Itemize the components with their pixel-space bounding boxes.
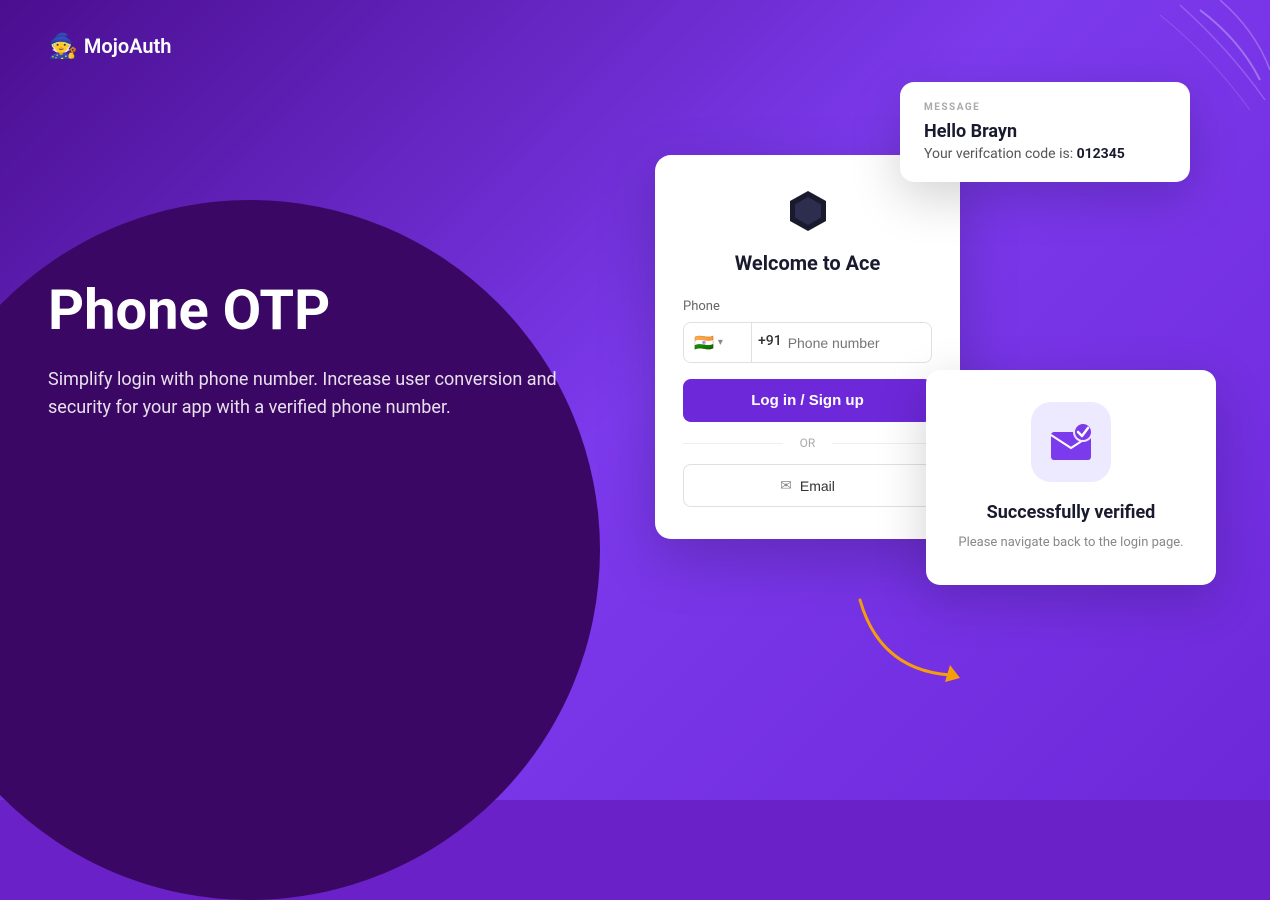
message-label: MESSAGE (924, 102, 1166, 113)
phone-label: Phone (683, 299, 932, 314)
hero-content: Phone OTP Simplify login with phone numb… (48, 280, 608, 423)
message-notification-card: MESSAGE Hello Brayn Your verifcation cod… (900, 82, 1190, 182)
phone-number-input[interactable] (788, 323, 932, 362)
verification-code: 012345 (1077, 146, 1125, 162)
chevron-down-icon: ▾ (718, 337, 723, 348)
message-greeting: Hello Brayn (924, 121, 1166, 142)
login-signup-button[interactable]: Log in / Sign up (683, 379, 932, 422)
country-code: +91 (752, 323, 788, 362)
or-divider: OR (683, 436, 932, 450)
logo-icon: 🧙 (48, 32, 78, 60)
email-label: Email (800, 478, 835, 494)
phone-input-row: 🇮🇳 ▾ +91 (683, 322, 932, 363)
country-selector[interactable]: 🇮🇳 ▾ (684, 323, 752, 362)
success-icon-wrapper (1031, 402, 1111, 482)
app-hex-icon (784, 187, 832, 235)
success-envelope-icon (1047, 418, 1095, 466)
email-icon: ✉ (780, 477, 792, 494)
message-body-prefix: Your verifcation code is: (924, 146, 1073, 162)
success-description: Please navigate back to the login page. (950, 533, 1192, 553)
success-title: Successfully verified (950, 502, 1192, 523)
country-flag: 🇮🇳 (694, 333, 714, 352)
arrow-decoration (850, 590, 970, 690)
message-body: Your verifcation code is: 012345 (924, 146, 1166, 162)
login-card: Welcome to Ace Phone 🇮🇳 ▾ +91 Log in / S… (655, 155, 960, 539)
brand-name: MojoAuth (84, 34, 172, 58)
email-button[interactable]: ✉ Email (683, 464, 932, 507)
hero-title: Phone OTP (48, 280, 608, 342)
logo: 🧙 MojoAuth (48, 32, 171, 60)
hero-description: Simplify login with phone number. Increa… (48, 366, 608, 424)
success-card: Successfully verified Please navigate ba… (926, 370, 1216, 585)
welcome-text: Welcome to Ace (683, 251, 932, 275)
app-logo-container (683, 187, 932, 235)
